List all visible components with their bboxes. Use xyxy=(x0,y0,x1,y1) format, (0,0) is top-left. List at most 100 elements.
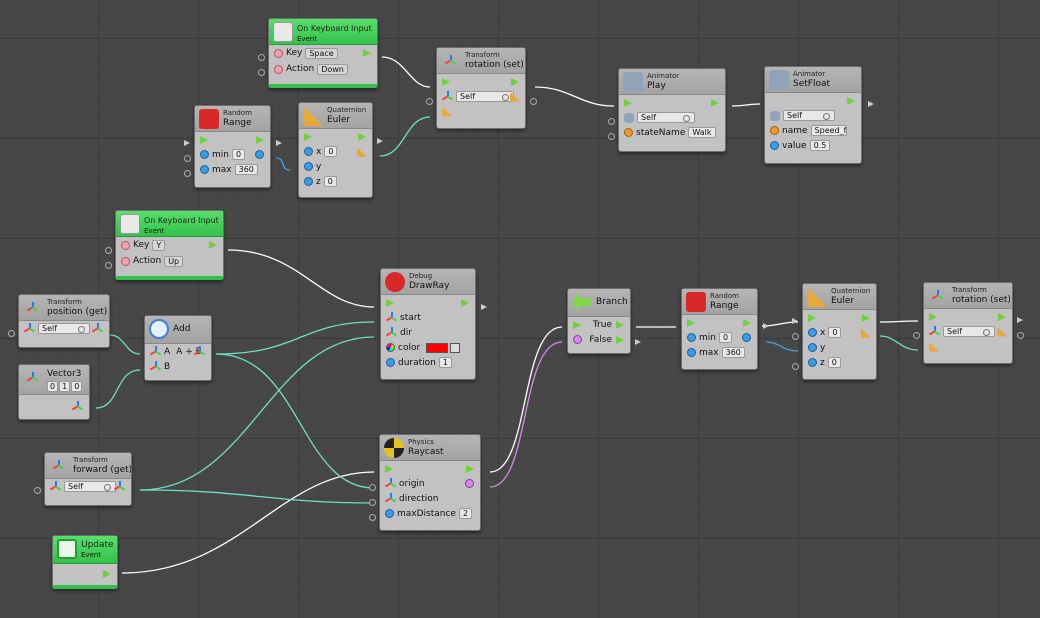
transform-port[interactable] xyxy=(49,481,62,492)
flow-out-port[interactable] xyxy=(466,465,474,473)
flow-out-port[interactable] xyxy=(363,49,371,57)
random-range-node[interactable]: Random Range min 0 max 360 xyxy=(194,105,271,188)
rotation-output-icon[interactable] xyxy=(357,147,367,157)
animator-play-node[interactable]: Animator Play Self stateName Walk xyxy=(618,68,726,152)
transform-rotation-set-node[interactable]: Transform rotation (set) Self xyxy=(436,47,526,129)
flow-in-port[interactable] xyxy=(808,313,816,322)
flow-out-port[interactable] xyxy=(711,99,719,107)
max-port[interactable] xyxy=(200,165,209,174)
key-port[interactable] xyxy=(274,48,283,58)
flow-out-port[interactable] xyxy=(256,136,264,144)
true-flow-out-port[interactable] xyxy=(616,321,624,329)
flow-out-port[interactable] xyxy=(461,299,469,307)
transform-port[interactable] xyxy=(441,91,454,102)
flow-out-port[interactable] xyxy=(358,133,366,141)
vector3-output-port[interactable] xyxy=(91,323,104,334)
x-port[interactable] xyxy=(304,147,313,156)
update-event-node[interactable]: Update Event xyxy=(52,535,118,589)
min-port[interactable] xyxy=(687,333,696,342)
min-port[interactable] xyxy=(200,150,209,159)
target-object-field[interactable]: Self xyxy=(943,326,995,337)
max-distance-port[interactable] xyxy=(385,509,394,518)
target-object-field[interactable]: Self xyxy=(783,110,835,121)
false-flow-out-port[interactable] xyxy=(616,336,624,344)
y-port[interactable] xyxy=(808,343,817,352)
vector3-output-port[interactable] xyxy=(113,481,126,492)
eyedropper-icon[interactable] xyxy=(450,342,461,353)
flow-out-port[interactable] xyxy=(209,241,217,249)
animator-port-icon[interactable] xyxy=(770,110,780,121)
flow-out-port[interactable] xyxy=(511,78,519,86)
start-port[interactable] xyxy=(385,312,398,323)
flow-in-port[interactable] xyxy=(200,135,208,144)
rotation-output-icon[interactable] xyxy=(861,328,871,338)
condition-port[interactable] xyxy=(573,335,582,344)
flow-in-port[interactable] xyxy=(929,312,937,321)
flow-out-port[interactable] xyxy=(103,570,111,578)
z-port[interactable] xyxy=(304,177,313,186)
target-object-field[interactable]: Self xyxy=(456,91,514,102)
transform-port[interactable] xyxy=(23,323,36,334)
random-range-node-2[interactable]: Random Range min 0 max 360 xyxy=(681,288,758,370)
sum-output-port[interactable] xyxy=(193,346,206,357)
z-port[interactable] xyxy=(808,358,817,367)
result-port[interactable] xyxy=(742,333,751,342)
name-port[interactable] xyxy=(770,126,779,135)
max-distance-input[interactable]: 2 xyxy=(458,508,473,519)
branch-node[interactable]: Branch True False xyxy=(567,288,631,354)
flow-in-port[interactable] xyxy=(442,77,450,86)
direction-port[interactable] xyxy=(384,493,397,504)
flow-in-port[interactable] xyxy=(386,298,394,307)
flow-out-port[interactable] xyxy=(998,313,1006,321)
add-node[interactable]: Add AA + B B xyxy=(144,315,212,381)
x-port[interactable] xyxy=(808,328,817,337)
origin-port[interactable] xyxy=(384,478,397,489)
target-object-field[interactable]: Self xyxy=(38,323,90,334)
action-dropdown[interactable]: Down xyxy=(317,63,348,75)
flow-in-port[interactable] xyxy=(573,320,581,329)
keyboard-input-node-space[interactable]: On Keyboard Input Event Key Space Action… xyxy=(268,18,378,88)
value-port[interactable] xyxy=(770,141,779,150)
flow-in-port[interactable] xyxy=(624,98,632,107)
vector-y-input[interactable]: 1 xyxy=(59,381,71,392)
color-swatch[interactable] xyxy=(426,342,449,353)
max-input[interactable]: 360 xyxy=(234,164,258,175)
x-input[interactable]: 0 xyxy=(828,327,842,338)
transform-port[interactable] xyxy=(928,326,941,337)
physics-raycast-node[interactable]: Physics Raycast origin direction maxDist… xyxy=(379,434,481,531)
x-input[interactable]: 0 xyxy=(324,146,338,157)
min-input[interactable]: 0 xyxy=(231,149,246,160)
state-name-port[interactable] xyxy=(624,128,633,137)
action-port[interactable] xyxy=(274,64,283,74)
transform-position-get-node[interactable]: Transform position (get) Self xyxy=(18,294,110,348)
flow-out-port[interactable] xyxy=(743,319,751,327)
keyboard-input-node-y[interactable]: On Keyboard Input Event Key Y Action Up xyxy=(115,210,224,280)
flow-in-port[interactable] xyxy=(687,318,695,327)
duration-port[interactable] xyxy=(386,358,395,367)
angle-icon[interactable] xyxy=(929,341,939,352)
key-port[interactable] xyxy=(121,240,130,250)
target-object-field[interactable]: Self xyxy=(64,481,116,492)
vector3-output-port[interactable] xyxy=(71,401,84,412)
vector-z-input[interactable]: 0 xyxy=(71,381,83,392)
color-port[interactable] xyxy=(386,343,395,352)
transform-forward-get-node[interactable]: Transform forward (get) Self xyxy=(44,452,132,506)
flow-in-port[interactable] xyxy=(385,464,393,473)
flow-out-port[interactable] xyxy=(847,97,855,105)
z-input[interactable]: 0 xyxy=(323,176,337,187)
min-input[interactable]: 0 xyxy=(718,332,733,343)
duration-input[interactable]: 1 xyxy=(438,357,452,368)
z-input[interactable]: 0 xyxy=(827,357,841,368)
state-name-input[interactable]: Walk xyxy=(688,127,716,138)
dir-port[interactable] xyxy=(385,327,398,338)
flow-out-port[interactable] xyxy=(862,314,870,322)
action-port[interactable] xyxy=(121,256,130,266)
flow-in-port[interactable] xyxy=(304,132,312,141)
name-input[interactable]: Speed_f xyxy=(810,125,847,136)
y-port[interactable] xyxy=(304,162,313,171)
debug-drawray-node[interactable]: Debug DrawRay start dir color duration 1 xyxy=(380,268,476,380)
animator-setfloat-node[interactable]: Animator SetFloat Self name Speed_f value… xyxy=(764,66,862,164)
b-port[interactable] xyxy=(149,361,162,372)
hit-bool-output-port[interactable] xyxy=(465,479,474,488)
quaternion-euler-node[interactable]: Quaternion Euler x0 y z0 xyxy=(298,102,373,198)
